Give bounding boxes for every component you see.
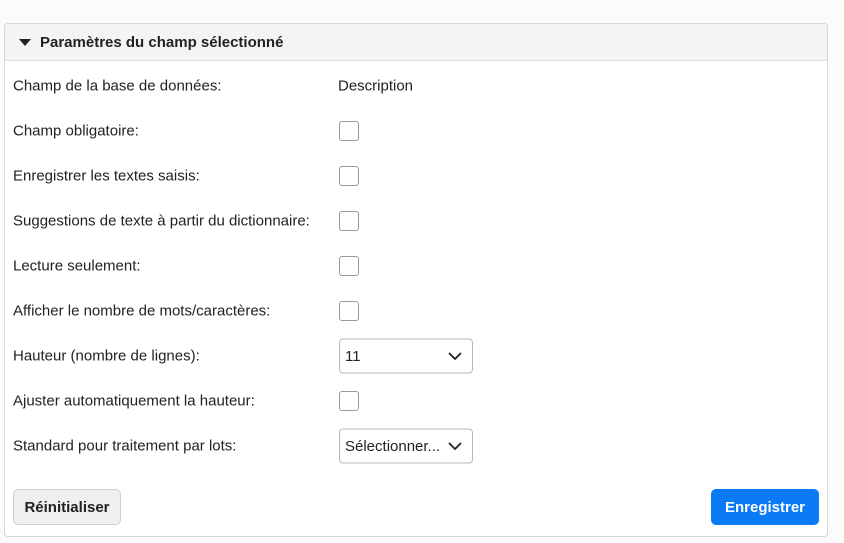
panel-title: Paramètres du champ sélectionné (40, 33, 284, 51)
row-read-only: Lecture seulement: (5, 248, 827, 284)
save-texts-checkbox[interactable] (339, 166, 359, 186)
required-label: Champ obligatoire: (13, 122, 139, 140)
reset-button[interactable]: Réinitialiser (13, 489, 121, 525)
row-height: Hauteur (nombre de lignes): 11 (5, 338, 827, 374)
read-only-label: Lecture seulement: (13, 257, 141, 275)
height-label: Hauteur (nombre de lignes): (13, 347, 200, 365)
auto-height-label: Ajuster automatiquement la hauteur: (13, 392, 255, 410)
row-required: Champ obligatoire: (5, 113, 827, 149)
save-button[interactable]: Enregistrer (711, 489, 819, 525)
row-batch-default: Standard pour traitement par lots: Sélec… (5, 428, 827, 464)
row-save-texts: Enregistrer les textes saisis: (5, 158, 827, 194)
row-db-field: Champ de la base de données: Description (5, 68, 827, 104)
caret-down-icon[interactable] (19, 39, 31, 46)
db-field-value: Description (338, 77, 414, 95)
chevron-down-icon (448, 442, 462, 450)
batch-default-label: Standard pour traitement par lots: (13, 437, 237, 455)
row-auto-height: Ajuster automatiquement la hauteur: (5, 383, 827, 419)
dictionary-suggestions-label: Suggestions de texte à partir du diction… (13, 212, 310, 230)
save-texts-label: Enregistrer les textes saisis: (13, 167, 200, 185)
height-select[interactable]: 11 (339, 338, 473, 374)
field-settings-panel: Paramètres du champ sélectionné Champ de… (4, 23, 828, 537)
read-only-checkbox[interactable] (339, 256, 359, 276)
chevron-down-icon (448, 352, 462, 360)
show-count-checkbox[interactable] (339, 301, 359, 321)
height-select-value: 11 (345, 347, 361, 365)
dictionary-suggestions-checkbox[interactable] (339, 211, 359, 231)
db-field-label: Champ de la base de données: (13, 77, 222, 95)
batch-default-select-value: Sélectionner... (345, 437, 441, 455)
panel-header[interactable]: Paramètres du champ sélectionné (5, 24, 827, 61)
show-count-label: Afficher le nombre de mots/caractères: (13, 302, 271, 320)
row-show-count: Afficher le nombre de mots/caractères: (5, 293, 827, 329)
row-dictionary-suggestions: Suggestions de texte à partir du diction… (5, 203, 827, 239)
required-checkbox[interactable] (339, 121, 359, 141)
batch-default-select[interactable]: Sélectionner... (339, 428, 473, 464)
auto-height-checkbox[interactable] (339, 391, 359, 411)
